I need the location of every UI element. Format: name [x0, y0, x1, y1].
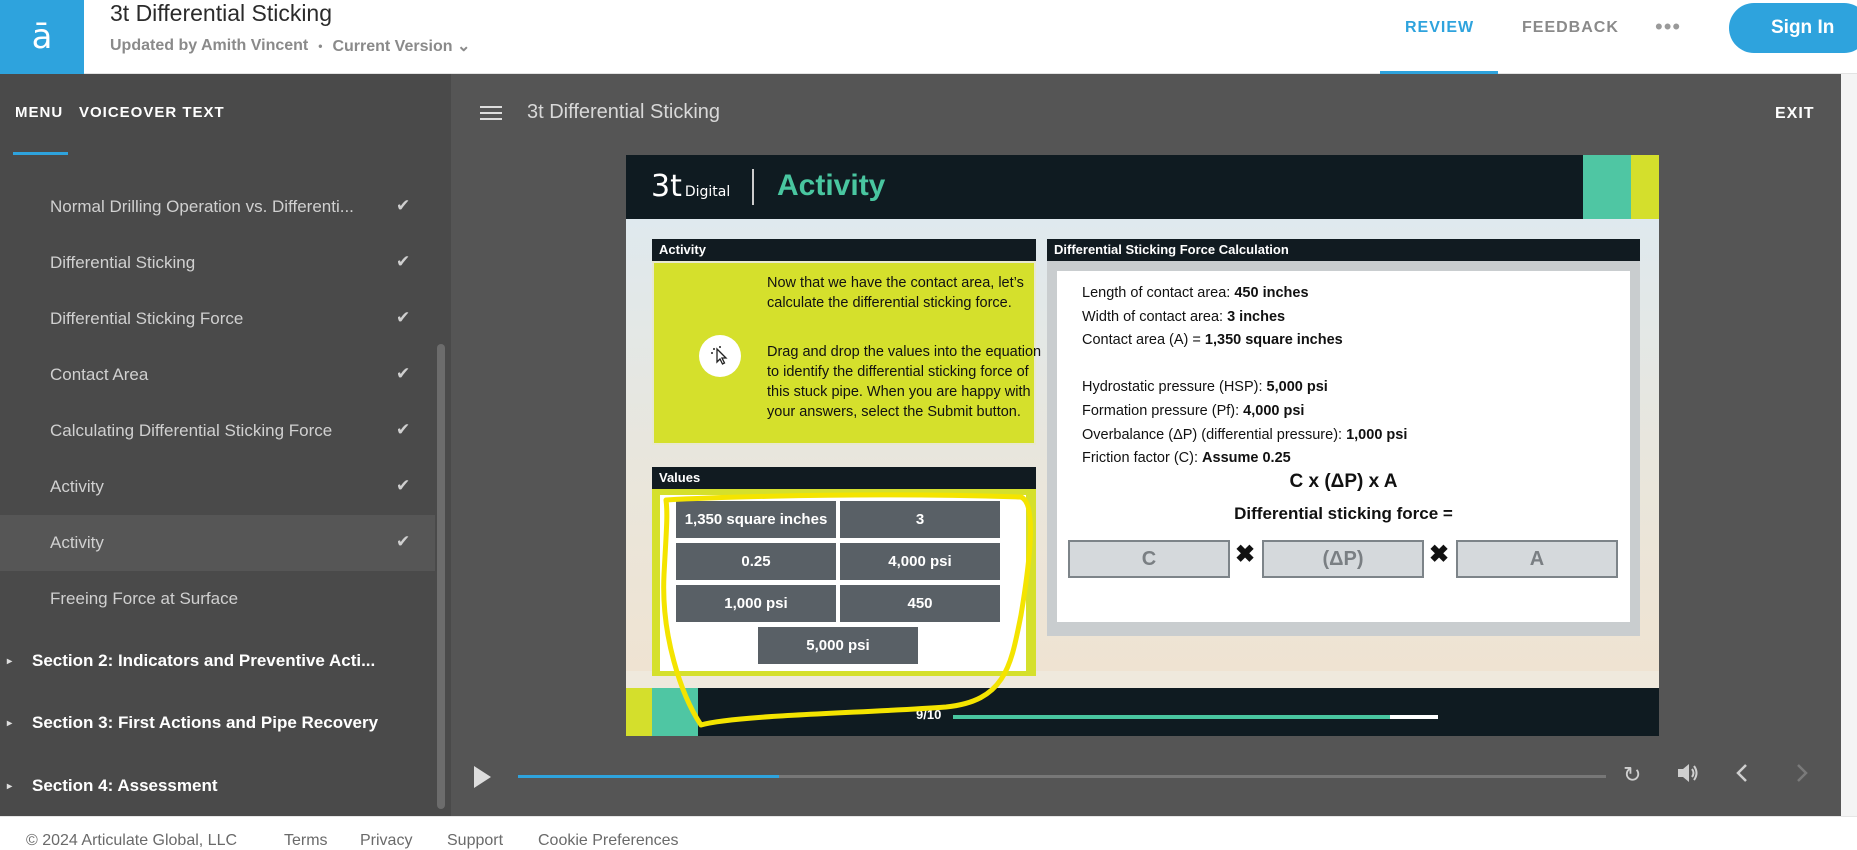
previous-slide-icon[interactable] — [1734, 762, 1750, 790]
section-label: Section 2: Indicators and Preventive Act… — [32, 651, 376, 670]
expand-arrow-icon: ▸ — [7, 655, 13, 667]
next-slide-icon[interactable] — [1794, 762, 1810, 790]
tab-menu[interactable]: MENU — [15, 104, 63, 121]
copyright-text: © 2024 Articulate Global, LLC — [26, 832, 238, 849]
sign-in-button[interactable]: Sign In — [1729, 3, 1857, 53]
menu-tab-underline — [13, 152, 68, 155]
logo-glyph: ā — [31, 17, 53, 57]
review-tab[interactable]: REVIEW — [1405, 19, 1474, 37]
footer-link-privacy[interactable]: Privacy — [360, 832, 412, 850]
sidebar-item-label: Differential Sticking Force — [50, 309, 244, 328]
section-label: Section 3: First Actions and Pipe Recove… — [32, 713, 379, 732]
play-icon[interactable] — [474, 766, 491, 788]
top-header: ā 3t Differential Sticking Updated by Am… — [0, 0, 1857, 74]
check-icon: ✔ — [396, 476, 411, 495]
hamburger-menu-icon[interactable] — [480, 106, 502, 120]
sidebar-item-activity-1[interactable]: Activity ✔ — [0, 459, 435, 515]
replay-icon[interactable]: ↻ — [1623, 762, 1641, 788]
sidebar-item-label: Calculating Differential Sticking Force — [50, 421, 333, 440]
sidebar-item-calculating-force[interactable]: Calculating Differential Sticking Force ✔ — [0, 403, 435, 459]
course-subtitle: Updated by Amith Vincent • Current Versi… — [110, 36, 470, 56]
page-scroll-gutter — [1841, 74, 1857, 816]
slide-canvas: 3t Digital Activity Activity Now that we … — [626, 155, 1659, 736]
course-sidebar: MENU VOICEOVER TEXT Normal Drilling Oper… — [0, 74, 451, 816]
sidebar-item-differential-sticking[interactable]: Differential Sticking ✔ — [0, 235, 435, 291]
sidebar-item-normal-drilling[interactable]: Normal Drilling Operation vs. Differenti… — [0, 179, 435, 235]
volume-icon[interactable] — [1676, 762, 1700, 790]
sidebar-item-label: Differential Sticking — [50, 253, 196, 272]
sidebar-item-label: Freeing Force at Surface — [50, 589, 239, 608]
footer-link-cookie-preferences[interactable]: Cookie Preferences — [538, 832, 679, 850]
articulate-logo-icon[interactable]: ā — [0, 0, 84, 74]
check-icon: ✔ — [396, 420, 411, 439]
sidebar-section-3[interactable]: ▸ Section 3: First Actions and Pipe Recov… — [0, 693, 435, 753]
check-icon: ✔ — [396, 196, 411, 215]
separator-dot: • — [318, 39, 323, 53]
tab-voiceover-text[interactable]: VOICEOVER TEXT — [79, 104, 225, 121]
course-title: 3t Differential Sticking — [110, 0, 333, 26]
sidebar-item-activity-2[interactable]: Activity ✔ — [0, 515, 435, 571]
check-icon: ✔ — [396, 532, 411, 551]
sidebar-item-freeing-force[interactable]: Freeing Force at Surface — [0, 571, 435, 627]
footer-link-support[interactable]: Support — [447, 832, 503, 850]
sidebar-item-label: Normal Drilling Operation vs. Differenti… — [50, 197, 354, 216]
more-options-icon[interactable]: ••• — [1655, 14, 1681, 40]
expand-arrow-icon: ▸ — [7, 717, 13, 729]
chevron-down-icon: ⌄ — [456, 38, 471, 55]
seek-bar-fill — [518, 775, 780, 778]
expand-arrow-icon: ▸ — [7, 780, 13, 792]
check-icon: ✔ — [396, 364, 411, 383]
sidebar-section-4[interactable]: ▸ Section 4: Assessment — [0, 756, 435, 816]
player-title: 3t Differential Sticking — [527, 101, 721, 123]
sidebar-section-2[interactable]: ▸ Section 2: Indicators and Preventive Ac… — [0, 631, 435, 691]
section-label: Section 4: Assessment — [32, 776, 218, 795]
updated-by-text: Updated by Amith Vincent — [110, 37, 309, 54]
sidebar-item-differential-sticking-force[interactable]: Differential Sticking Force ✔ — [0, 291, 435, 347]
sidebar-item-label: Activity — [50, 533, 104, 552]
sidebar-scrollbar[interactable] — [437, 344, 445, 809]
check-icon: ✔ — [396, 252, 411, 271]
highlight-scribble — [661, 492, 1033, 728]
sidebar-item-label: Contact Area — [50, 365, 149, 384]
version-label: Current Version — [332, 38, 453, 55]
footer-link-terms[interactable]: Terms — [284, 832, 328, 850]
exit-button[interactable]: EXIT — [1775, 105, 1815, 123]
sidebar-item-label: Activity — [50, 477, 104, 496]
feedback-tab[interactable]: FEEDBACK — [1522, 19, 1619, 37]
page-footer: © 2024 Articulate Global, LLC Terms Priv… — [0, 816, 1857, 849]
version-dropdown[interactable]: Current Version ⌄ — [332, 36, 470, 56]
sidebar-item-contact-area[interactable]: Contact Area ✔ — [0, 347, 435, 403]
check-icon: ✔ — [396, 308, 411, 327]
